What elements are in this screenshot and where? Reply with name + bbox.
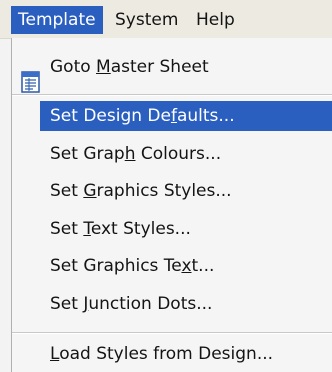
mnemonic: M xyxy=(96,57,111,77)
menu-item-label: ext Styles... xyxy=(90,219,191,239)
menu-item-label: raphics Styles... xyxy=(96,181,232,201)
menu-system[interactable]: System xyxy=(115,6,178,34)
menu-item-label: Set xyxy=(50,181,84,201)
menu-template[interactable]: Template xyxy=(11,6,103,34)
menu-item-set-graphics-text[interactable]: Set Graphics Text... xyxy=(40,251,332,281)
menu-help[interactable]: Help xyxy=(196,6,235,34)
menu-item-label: t... xyxy=(191,256,215,276)
separator xyxy=(12,94,332,96)
mnemonic: x xyxy=(181,256,192,276)
menu-item-load-styles-from-design[interactable]: Load Styles from Design... xyxy=(40,339,332,369)
menu-item-label: Colours... xyxy=(135,144,222,164)
menu-item-set-graph-colours[interactable]: Set Graph Colours... xyxy=(40,139,332,169)
menu-item-label: unction Dots... xyxy=(88,294,213,314)
menu-item-label: Set Graphics Te xyxy=(50,256,182,276)
menu-item-set-text-styles[interactable]: Set Text Styles... xyxy=(40,214,332,244)
separator xyxy=(12,332,332,334)
menu-item-label: oad Styles from Design... xyxy=(59,344,274,364)
mnemonic: L xyxy=(50,344,60,364)
sheet-icon xyxy=(21,71,40,93)
menu-item-label: aster Sheet xyxy=(110,57,209,77)
menu-item-set-design-defaults[interactable]: Set Design Defaults... xyxy=(40,101,332,131)
menu-item-label: Set xyxy=(50,294,84,314)
mnemonic: G xyxy=(83,181,97,201)
menu-item-label: Goto xyxy=(50,57,97,77)
menu-item-label: Set xyxy=(50,219,84,239)
menu-item-goto-master-sheet[interactable]: Goto Master Sheet xyxy=(12,52,332,93)
mnemonic: T xyxy=(83,219,91,239)
menu-item-set-graphics-styles[interactable]: Set Graphics Styles... xyxy=(40,176,332,206)
template-dropdown-menu: Goto Master Sheet Set Design Defaults...… xyxy=(11,38,332,372)
menu-item-set-junction-dots[interactable]: Set Junction Dots... xyxy=(40,289,332,319)
menu-item-label: aults... xyxy=(176,106,235,126)
menu-item-label: Set Grap xyxy=(50,144,125,164)
menu-bar: Template System Help xyxy=(0,0,332,39)
mnemonic: h xyxy=(124,144,136,164)
menu-item-label: Set Design De xyxy=(50,106,171,126)
